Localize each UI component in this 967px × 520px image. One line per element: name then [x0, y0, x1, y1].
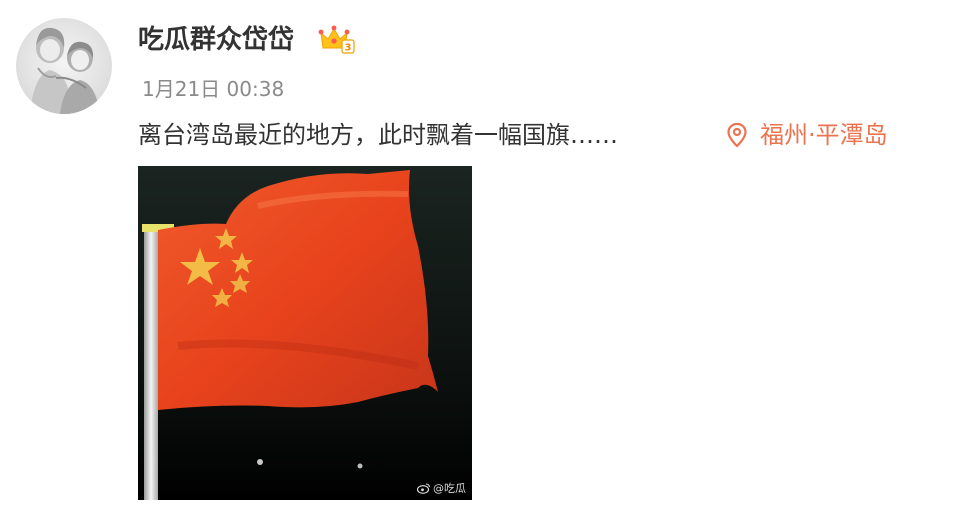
vip-crown-icon[interactable]: 3: [318, 24, 356, 56]
location-pin-icon: [726, 122, 748, 148]
weibo-logo-icon: [417, 482, 431, 494]
username[interactable]: 吃瓜群众岱岱: [138, 22, 294, 58]
avatar[interactable]: [16, 18, 112, 114]
location-link[interactable]: 福州·平潭岛: [726, 116, 888, 154]
weibo-post: 吃瓜群众岱岱 3 1月21日 00:38 离台湾岛最近的地方，此时飘着一幅国旗……: [0, 0, 967, 520]
watermark-text: @吃瓜: [433, 482, 466, 495]
post-text: 离台湾岛最近的地方，此时飘着一幅国旗……: [138, 121, 618, 149]
anime-couple-avatar-icon: [30, 27, 100, 114]
post-photo[interactable]: @吃瓜: [138, 166, 472, 500]
photo-watermark: @吃瓜: [417, 480, 466, 496]
location-name: 福州·平潭岛: [760, 121, 888, 149]
national-flag-image: [138, 166, 472, 500]
vip-level: 3: [345, 43, 352, 54]
post-timestamp[interactable]: 1月21日 00:38: [142, 74, 284, 104]
